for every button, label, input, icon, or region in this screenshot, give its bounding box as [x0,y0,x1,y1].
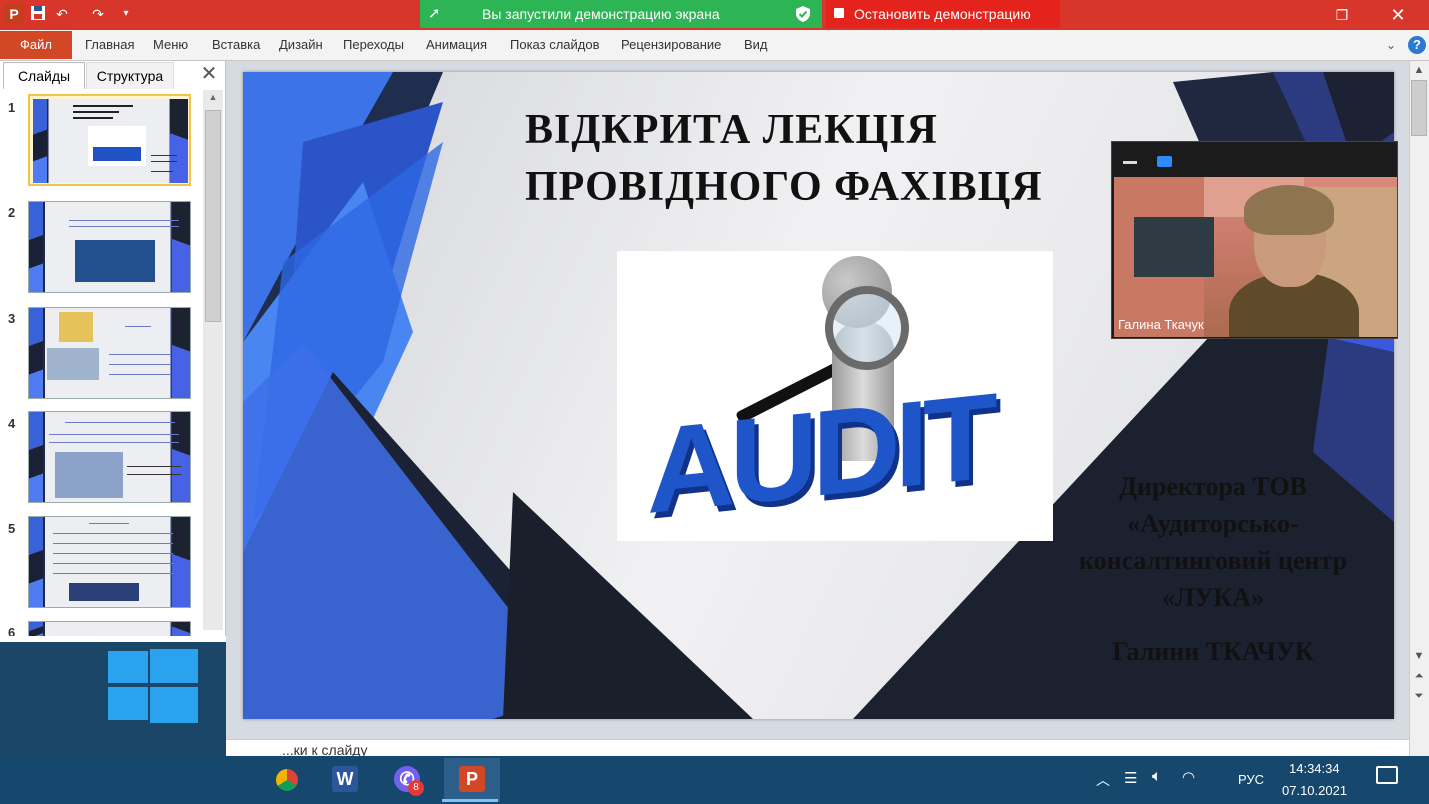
word-icon[interactable]: W [320,758,368,802]
stop-share-button[interactable]: Остановить демонстрацию [826,0,1060,28]
viber-badge: 8 [408,780,424,796]
slide-thumbnail-5[interactable] [28,516,191,608]
slide-thumbnail-4[interactable] [28,411,191,503]
previous-slide-icon[interactable]: ⏶ [1409,670,1429,683]
audit-illustration: AUDIT [617,251,1053,541]
redo-icon[interactable]: ↷ [88,5,108,23]
minimize-video-icon[interactable] [1123,161,1137,164]
active-app-indicator [442,799,498,802]
scroll-down-icon[interactable]: ▼ [1409,650,1429,662]
wifi-icon[interactable]: ◠ [1182,768,1195,786]
restore-window-button[interactable]: ❐ [1324,0,1360,30]
tab-slides[interactable]: Слайды [3,62,85,89]
audit-word: AUDIT [647,367,992,540]
scroll-up-icon[interactable]: ▲ [1409,64,1429,76]
editor-scroll-thumb[interactable] [1411,80,1427,136]
participant-video [1114,177,1397,337]
slide-number: 5 [8,521,16,536]
tab-insert[interactable]: Вставка [212,30,260,60]
notes-pane[interactable]: ...ки к слайду [226,739,1409,757]
share-arrow-icon: ➚ [428,5,441,22]
collapse-ribbon-icon[interactable]: ⌄ [1386,38,1396,52]
slide-title: ВІДКРИТА ЛЕКЦІЯ ПРОВІДНОГО ФАХІВЦЯ [525,107,1043,210]
tab-outline[interactable]: Структура [86,62,174,89]
tab-slideshow[interactable]: Показ слайдов [510,30,600,60]
expand-video-icon[interactable] [1157,156,1172,167]
tab-design[interactable]: Дизайн [279,30,323,60]
participant-name: Галина Ткачук [1118,317,1204,332]
taskbar [0,756,1429,804]
stop-icon [834,8,844,18]
close-panel-icon[interactable]: ✕ [198,62,220,86]
notes-placeholder: ...ки к слайду [282,742,368,757]
clock-date[interactable]: 07.10.2021 [1282,783,1347,798]
stop-share-label: Остановить демонстрацию [854,6,1031,22]
screen-share-status: ➚ Вы запустили демонстрацию экрана [420,0,822,28]
presenter-name: Галини ТКАЧУК [1112,637,1314,666]
slide-thumbnail-1[interactable] [28,94,191,186]
tray-settings-icon[interactable]: ☰ [1124,769,1137,787]
save-icon[interactable] [28,5,48,23]
show-hidden-icons-icon[interactable]: ︿ [1096,770,1110,790]
tab-view[interactable]: Вид [744,30,768,60]
tab-file[interactable]: Файл [0,31,72,59]
share-status-text: Вы запустили демонстрацию экрана [482,6,720,22]
slide-subtitle: Директора ТОВ «Аудиторсько-консалтингови… [1078,472,1348,612]
slide-number: 1 [8,100,16,115]
tab-animation[interactable]: Анимация [426,30,487,60]
slide-number: 4 [8,416,16,431]
viber-icon[interactable]: ✆ 8 [382,758,430,802]
powerpoint-icon[interactable]: P [444,758,500,802]
slide-number: 2 [8,205,16,220]
chrome-icon[interactable] [262,758,310,802]
clock-time[interactable]: 14:34:34 [1289,761,1340,776]
slide-number: 3 [8,311,16,326]
notifications-icon[interactable] [1376,766,1398,784]
tab-menu[interactable]: Меню [153,30,188,60]
tab-transitions[interactable]: Переходы [343,30,404,60]
slide-thumbnail-3[interactable] [28,307,191,399]
panel-scroll-up-icon[interactable]: ▲ [203,92,223,102]
close-window-button[interactable]: ✕ [1372,0,1424,30]
next-slide-icon[interactable]: ⏷ [1409,690,1429,703]
slide-thumbnail-2[interactable] [28,201,191,293]
help-icon[interactable]: ? [1408,36,1426,54]
magnifying-glass-icon [825,286,909,370]
undo-icon[interactable]: ↶ [52,5,72,23]
tab-home[interactable]: Главная [85,30,134,60]
customize-icon[interactable]: ▾ [116,5,136,23]
powerpoint-app-icon[interactable]: P [4,4,24,24]
volume-icon[interactable]: 🔈︎ [1152,768,1162,786]
shield-check-icon [796,6,810,25]
panel-scroll-thumb[interactable] [205,110,221,322]
tab-review[interactable]: Рецензирование [621,30,721,60]
language-indicator[interactable]: РУС [1238,772,1264,787]
